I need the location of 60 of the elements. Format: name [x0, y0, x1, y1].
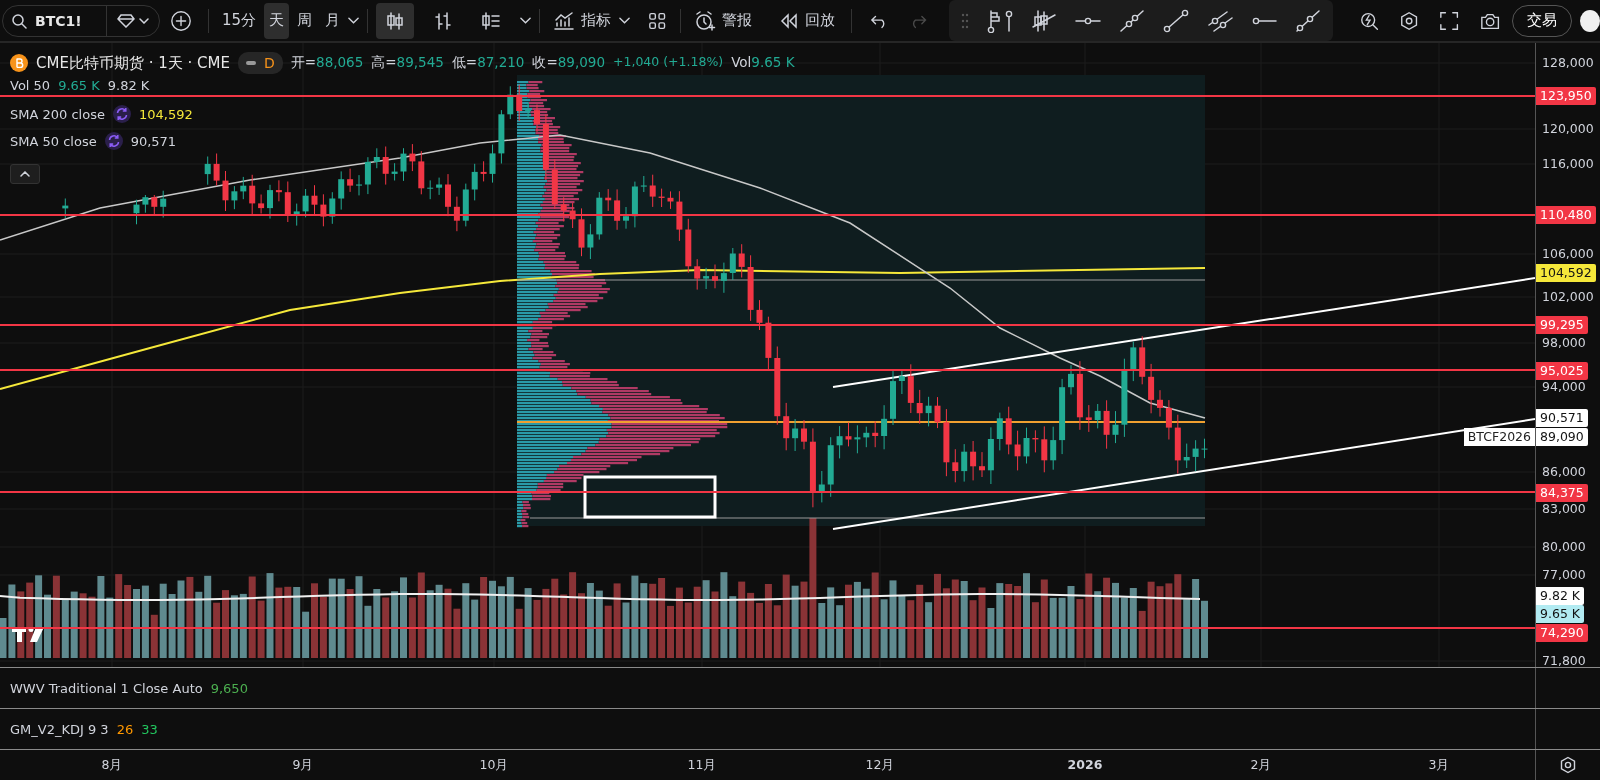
price-tick: 83,000 — [1542, 500, 1586, 518]
time-label: 8月 — [101, 757, 123, 774]
price-tick: 94,000 — [1542, 378, 1586, 396]
indicator-value: 26 — [116, 721, 134, 737]
indicators-button[interactable]: 指标 — [547, 2, 616, 39]
indicator-value: 9,650 — [210, 680, 248, 696]
price-label: 89,090 — [1536, 428, 1588, 446]
price-label: 9.82 K — [1536, 587, 1584, 605]
series-tag: BTCF2026 — [1463, 428, 1535, 446]
interval-letter: D — [263, 55, 275, 71]
price-label: 104,592 — [1536, 264, 1596, 282]
interval-button[interactable]: 天 — [264, 2, 290, 39]
volume-value: Vol9.65 K — [731, 54, 795, 72]
indicator-value: 9.82 K — [107, 78, 150, 93]
price-label: 123,950 — [1536, 87, 1596, 105]
price-label: 84,375 — [1536, 484, 1588, 502]
interval-button[interactable]: 月 — [320, 2, 346, 39]
price-label: 110,480 — [1536, 206, 1596, 224]
alert-button[interactable]: 警报 — [689, 2, 758, 39]
price-change: +1,040 (+1.18%) — [613, 54, 724, 71]
time-label: 12月 — [865, 757, 895, 774]
price-label: 90,571 — [1536, 409, 1588, 427]
indicator-value: 90,571 — [130, 133, 177, 149]
indicator-name: WWV Traditional 1 Close Auto — [10, 680, 203, 696]
price-tick: 98,000 — [1542, 334, 1586, 352]
interval-button[interactable]: 周 — [292, 2, 318, 39]
time-label: 11月 — [687, 757, 717, 774]
price-label: 95,025 — [1536, 362, 1588, 380]
time-label: 2026 — [1067, 757, 1103, 772]
price-tick: 77,000 — [1542, 566, 1586, 584]
price-tick: 71,800 — [1542, 652, 1586, 667]
time-label: 9月 — [292, 757, 314, 774]
chart-title: CME比特币期货 · 1天 · CME — [36, 53, 230, 73]
indicator-name: SMA 50 close — [10, 133, 97, 149]
ohlc-value: 开=88,065 — [290, 54, 364, 72]
indicator-name: GM_V2_KDJ 9 3 — [10, 721, 109, 737]
replay-button[interactable]: 回放 — [774, 2, 841, 39]
time-label: 10月 — [479, 757, 509, 774]
indicator-value: 33 — [141, 721, 158, 737]
price-tick: 116,000 — [1542, 155, 1594, 173]
price-tick: 80,000 — [1542, 538, 1586, 556]
ohlc-value: 收=89,090 — [532, 54, 605, 72]
indicator-name: Vol 50 — [10, 78, 51, 93]
time-label: 3月 — [1428, 757, 1450, 774]
price-tick: 120,000 — [1542, 120, 1594, 138]
time-label: 2月 — [1250, 757, 1272, 774]
indicator-name: SMA 200 close — [10, 106, 105, 122]
price-label: 74,290 — [1536, 624, 1588, 642]
price-label: 99,295 — [1536, 316, 1588, 334]
interval-button[interactable]: 15分 — [216, 2, 262, 39]
trade-button[interactable]: 交易 — [1511, 4, 1572, 37]
price-tick: 102,000 — [1542, 288, 1594, 306]
price-label: 9.65 K — [1536, 605, 1584, 623]
ohlc-value: 高=89,545 — [371, 54, 444, 72]
ohlc-value: 低=87,210 — [451, 54, 525, 72]
price-tick: 86,000 — [1542, 463, 1586, 481]
indicator-value: 9.65 K — [58, 78, 100, 93]
price-tick: 128,000 — [1542, 54, 1594, 72]
indicator-value: 104,592 — [138, 106, 193, 122]
price-tick: 106,000 — [1542, 245, 1594, 263]
